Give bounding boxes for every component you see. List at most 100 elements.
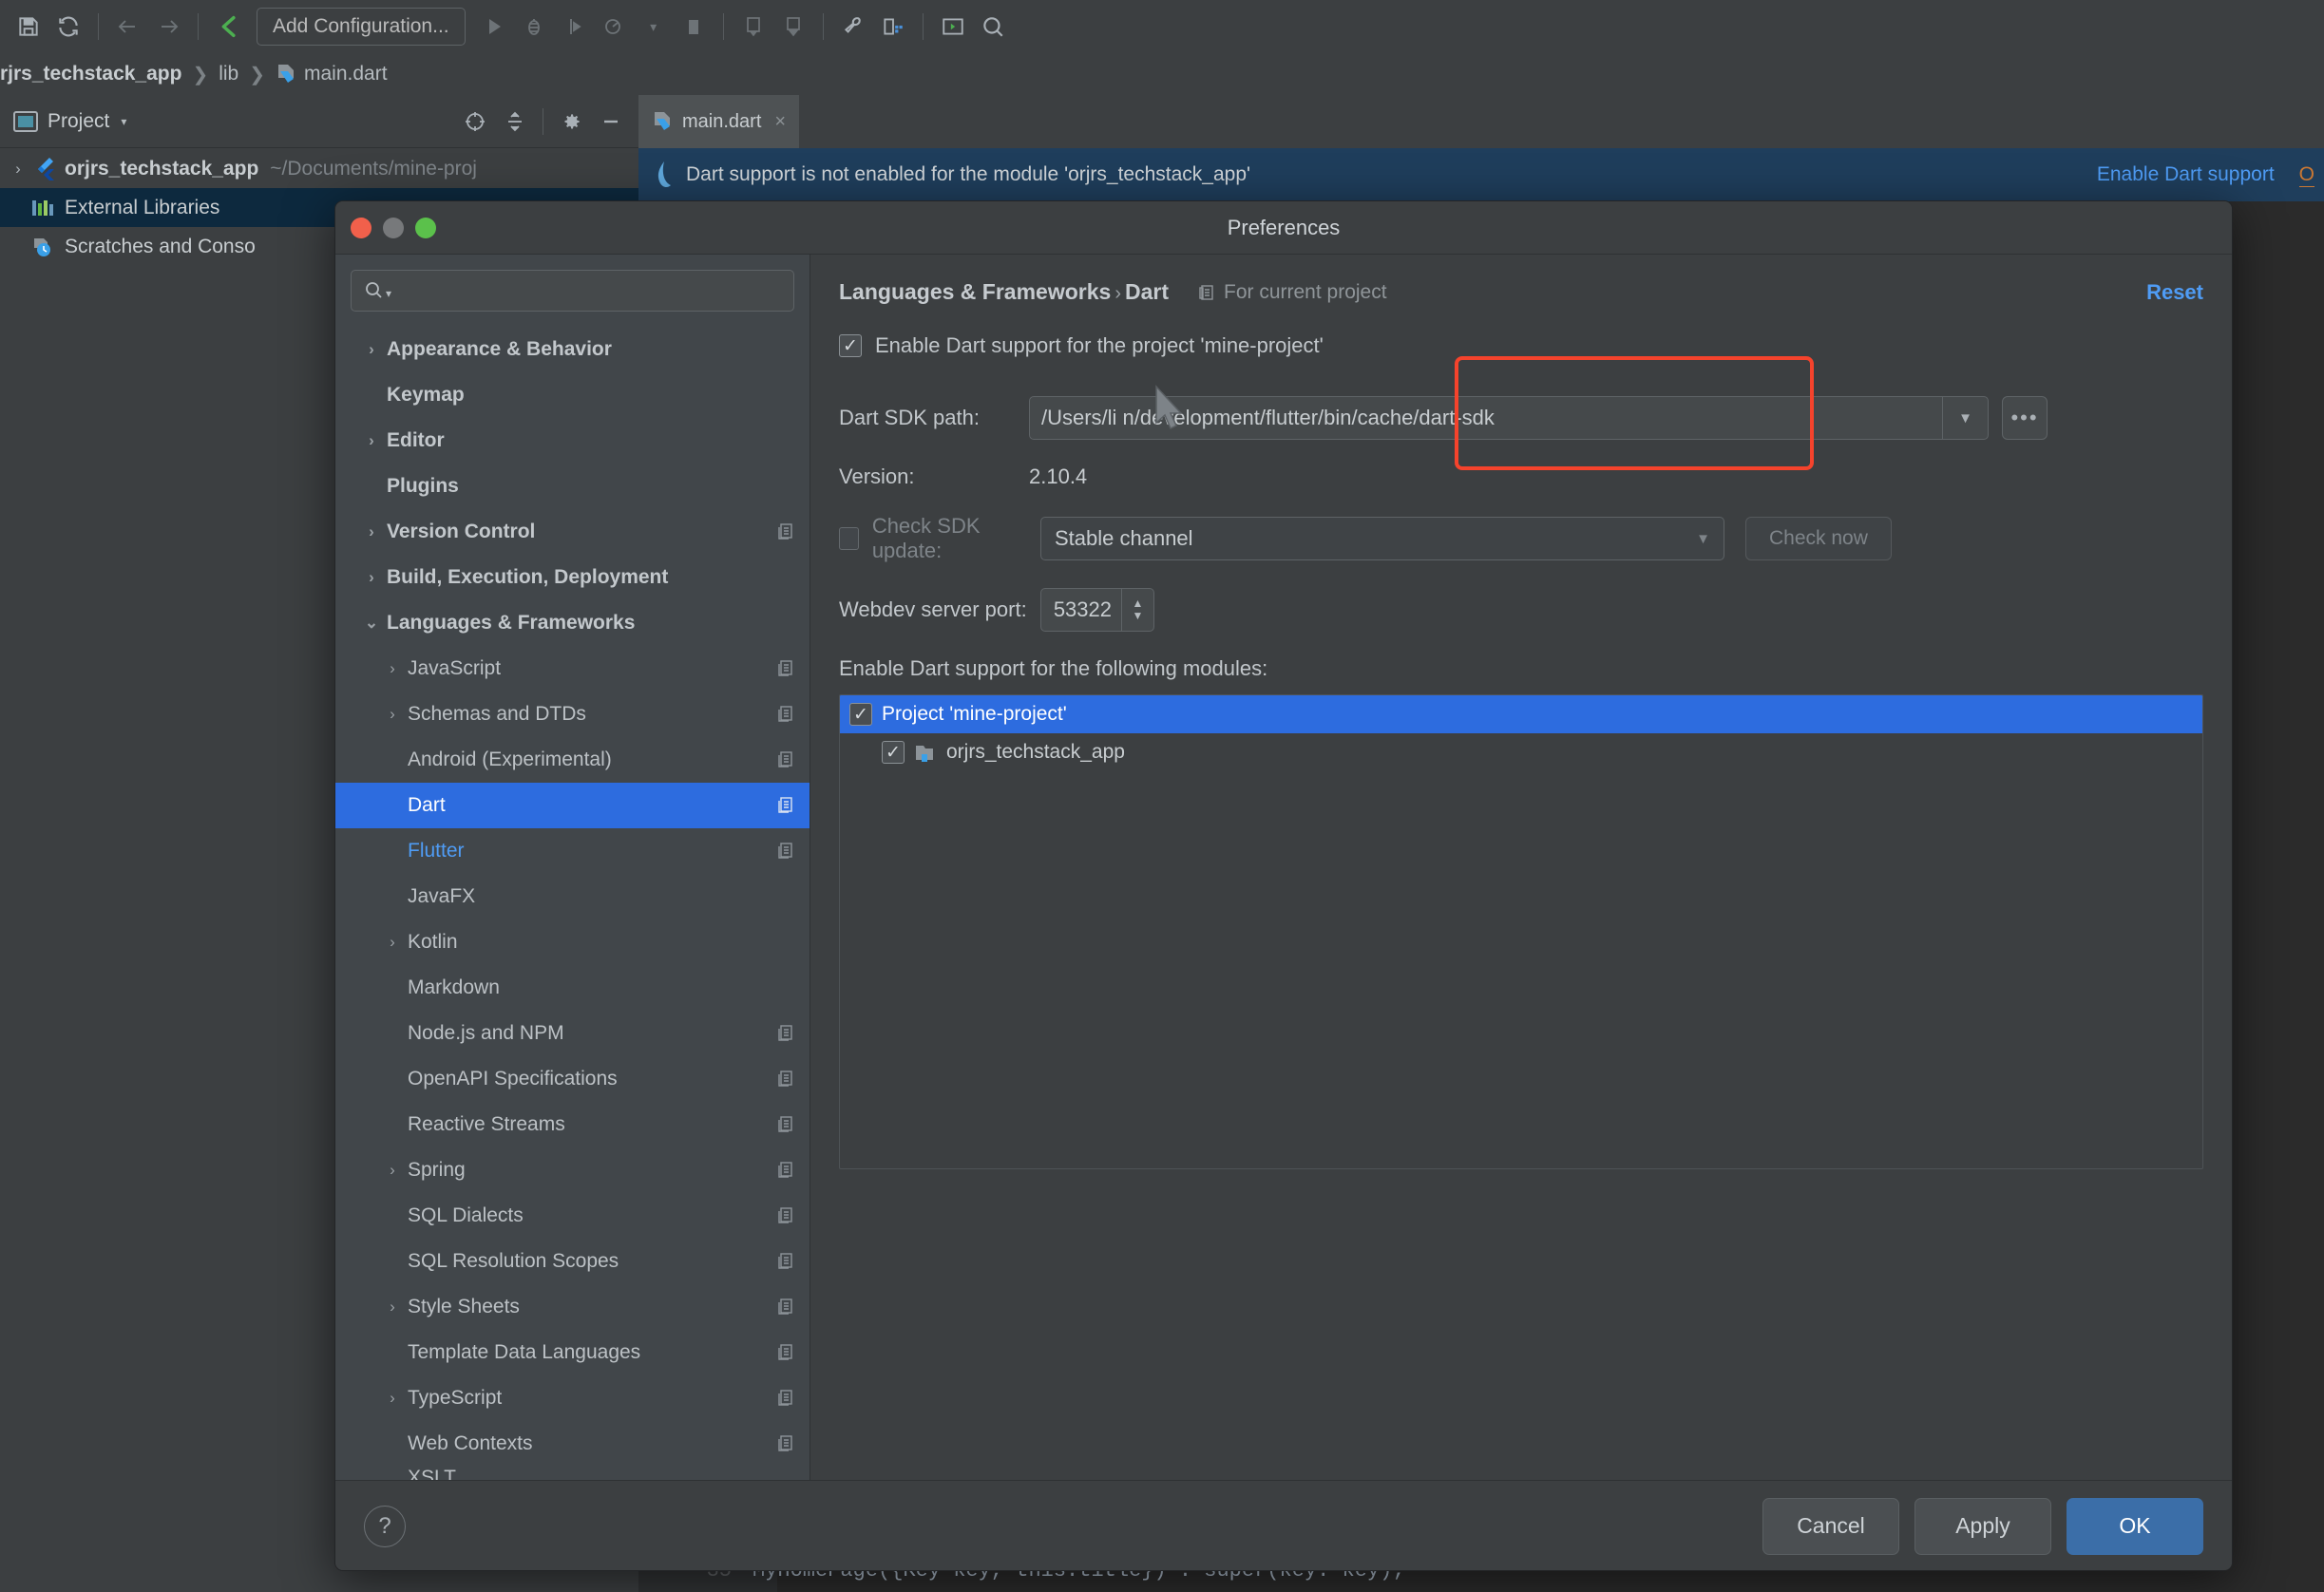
settings-tree-item-style-sheets[interactable]: › Style Sheets xyxy=(335,1284,810,1330)
chevron-right-icon[interactable]: › xyxy=(377,1161,408,1180)
copy-settings-icon[interactable] xyxy=(775,749,796,770)
copy-settings-icon[interactable] xyxy=(775,1023,796,1044)
help-button[interactable]: ? xyxy=(364,1505,406,1547)
settings-tree-item-javafx[interactable]: JavaFX xyxy=(335,874,810,919)
settings-tree-item-spring[interactable]: › Spring xyxy=(335,1147,810,1193)
copy-settings-icon[interactable] xyxy=(775,521,796,542)
settings-tree-item-schemas-and-dtds[interactable]: › Schemas and DTDs xyxy=(335,692,810,737)
add-configuration-button[interactable]: Add Configuration... xyxy=(257,8,466,46)
settings-tree-item-markdown[interactable]: Markdown xyxy=(335,965,810,1011)
check-sdk-update-checkbox[interactable]: ✓ xyxy=(839,527,859,550)
copy-settings-icon[interactable] xyxy=(775,1114,796,1135)
check-sdk-update-control[interactable]: ✓ Check SDK update: xyxy=(839,514,1029,563)
ok-button[interactable]: OK xyxy=(2067,1497,2203,1555)
stop-icon[interactable] xyxy=(675,8,713,46)
sdk-path-browse-button[interactable]: ••• xyxy=(2002,396,2048,440)
run-icon[interactable] xyxy=(475,8,513,46)
apply-button[interactable]: Apply xyxy=(1914,1497,2051,1555)
settings-tree-item-appearance-behavior[interactable]: › Appearance & Behavior xyxy=(335,327,810,372)
settings-tree-item-editor[interactable]: › Editor xyxy=(335,418,810,464)
settings-tree-item-typescript[interactable]: › TypeScript xyxy=(335,1375,810,1421)
copy-settings-icon[interactable] xyxy=(775,841,796,862)
settings-tree-item-sql-resolution-scopes[interactable]: SQL Resolution Scopes xyxy=(335,1239,810,1284)
debug-icon[interactable] xyxy=(515,8,553,46)
settings-tree-item-template-data-languages[interactable]: Template Data Languages xyxy=(335,1330,810,1375)
settings-tree-item-flutter[interactable]: Flutter xyxy=(335,828,810,874)
chevron-right-icon[interactable]: › xyxy=(377,659,408,678)
copy-settings-icon[interactable] xyxy=(775,1342,796,1363)
chevron-right-icon[interactable]: › xyxy=(356,522,387,541)
close-window-button[interactable] xyxy=(351,217,371,238)
run-coverage-icon[interactable] xyxy=(555,8,593,46)
breadcrumb-item-project[interactable]: rjrs_techstack_app xyxy=(0,63,181,85)
copy-settings-icon[interactable] xyxy=(775,1160,796,1181)
settings-tree-item-xslt[interactable]: XSLT xyxy=(335,1467,810,1480)
settings-tree-item-kotlin[interactable]: › Kotlin xyxy=(335,919,810,965)
back-arrow-icon[interactable] xyxy=(109,8,147,46)
chevron-right-icon[interactable]: › xyxy=(356,568,387,587)
chevron-right-icon[interactable]: › xyxy=(377,705,408,724)
sdk-path-field-wrapper[interactable]: /Users/li n/development/flutter/bin/cach… xyxy=(1029,396,1989,440)
settings-tree-item-languages-frameworks[interactable]: ⌄ Languages & Frameworks xyxy=(335,600,810,646)
collapse-all-icon[interactable] xyxy=(499,105,531,138)
copy-settings-icon[interactable] xyxy=(775,1205,796,1226)
hide-panel-icon[interactable] xyxy=(595,105,627,138)
settings-tree-item-openapi-specifications[interactable]: OpenAPI Specifications xyxy=(335,1056,810,1102)
chevron-right-icon[interactable]: › xyxy=(377,1389,408,1408)
settings-tree-item-version-control[interactable]: › Version Control xyxy=(335,509,810,555)
save-icon[interactable] xyxy=(10,8,48,46)
webdev-port-spinner[interactable]: 53322 ▲ ▼ xyxy=(1040,588,1154,632)
spinner-arrows[interactable]: ▲ ▼ xyxy=(1121,589,1153,631)
chevron-right-icon[interactable]: › xyxy=(377,1298,408,1317)
settings-tree-item-keymap[interactable]: Keymap xyxy=(335,372,810,418)
maximize-window-button[interactable] xyxy=(415,217,436,238)
copy-settings-icon[interactable] xyxy=(775,1388,796,1409)
chevron-down-icon[interactable]: ▾ xyxy=(635,8,673,46)
chevron-right-icon[interactable]: › xyxy=(6,160,30,179)
close-icon[interactable]: × xyxy=(774,111,786,133)
minimize-window-button[interactable] xyxy=(383,217,404,238)
sdk-channel-select[interactable]: Stable channel ▼ xyxy=(1040,517,1724,560)
enable-dart-project-row[interactable]: ✓ Enable Dart support for the project 'm… xyxy=(839,333,2203,358)
chevron-down-icon[interactable]: ⌄ xyxy=(356,614,387,633)
download-icon[interactable] xyxy=(774,8,812,46)
enable-dart-project-checkbox[interactable]: ✓ xyxy=(839,334,862,357)
settings-tree-item-build-execution-deployment[interactable]: › Build, Execution, Deployment xyxy=(335,555,810,600)
chevron-down-icon[interactable]: ▾ xyxy=(121,115,126,128)
settings-tree-item-plugins[interactable]: Plugins xyxy=(335,464,810,509)
check-now-button[interactable]: Check now xyxy=(1745,517,1892,560)
chevron-right-icon[interactable]: › xyxy=(356,340,387,359)
settings-tree-item-node-js-and-npm[interactable]: Node.js and NPM xyxy=(335,1011,810,1056)
copy-settings-icon[interactable] xyxy=(775,1251,796,1272)
settings-tree-item-dart[interactable]: Dart xyxy=(335,783,810,828)
settings-search-input[interactable] xyxy=(395,279,793,302)
settings-tree-item-android-experimental[interactable]: Android (Experimental) xyxy=(335,737,810,783)
copy-settings-icon[interactable] xyxy=(775,1433,796,1454)
attach-icon[interactable] xyxy=(734,8,772,46)
copy-settings-icon[interactable] xyxy=(775,658,796,679)
webdev-port-value[interactable]: 53322 xyxy=(1041,597,1121,622)
sdk-path-dropdown-icon[interactable]: ▼ xyxy=(1942,396,1988,440)
spinner-down-icon[interactable]: ▼ xyxy=(1133,610,1144,622)
settings-tree-item-reactive-streams[interactable]: Reactive Streams xyxy=(335,1102,810,1147)
profile-icon[interactable] xyxy=(595,8,633,46)
settings-search-box[interactable]: ▾ xyxy=(351,270,794,312)
enable-dart-support-link[interactable]: Enable Dart support xyxy=(2097,163,2275,186)
module-project-checkbox[interactable]: ✓ xyxy=(849,703,872,726)
copy-settings-icon[interactable] xyxy=(775,795,796,816)
chevron-right-icon[interactable]: › xyxy=(377,933,408,952)
sdk-path-value[interactable]: /Users/li n/development/flutter/bin/cach… xyxy=(1030,406,1942,430)
module-app-checkbox[interactable]: ✓ xyxy=(882,741,905,764)
settings-tree-item-javascript[interactable]: › JavaScript xyxy=(335,646,810,692)
reset-link[interactable]: Reset xyxy=(2146,280,2203,305)
breadcrumb-item-file[interactable]: main.dart xyxy=(304,63,388,85)
locate-icon[interactable] xyxy=(459,105,491,138)
tree-row-project[interactable]: › orjrs_techstack_app ~/Documents/mine-p… xyxy=(0,149,638,188)
copy-settings-icon[interactable] xyxy=(775,1069,796,1090)
module-row-app[interactable]: ✓ orjrs_techstack_app xyxy=(840,733,2202,771)
cancel-button[interactable]: Cancel xyxy=(1762,1497,1899,1555)
breadcrumb-item-lib[interactable]: lib xyxy=(219,63,238,85)
build-hammer-icon[interactable] xyxy=(209,8,247,46)
tab-main-dart[interactable]: main.dart × xyxy=(638,95,800,148)
sync-icon[interactable] xyxy=(49,8,87,46)
